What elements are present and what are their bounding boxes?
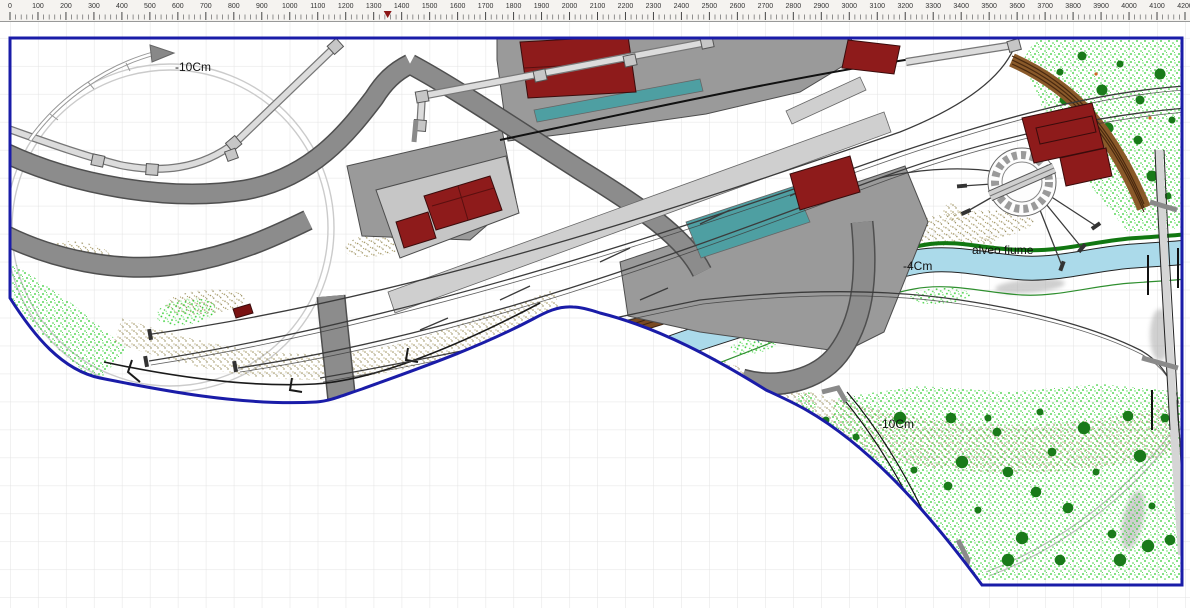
svg-text:2600: 2600 <box>730 3 746 10</box>
svg-text:3000: 3000 <box>841 3 857 10</box>
svg-text:3300: 3300 <box>925 3 941 10</box>
svg-text:800: 800 <box>228 3 240 10</box>
river-depth-label: -4Cm <box>903 259 932 273</box>
svg-text:1800: 1800 <box>506 3 522 10</box>
svg-text:2400: 2400 <box>674 3 690 10</box>
svg-text:600: 600 <box>172 3 184 10</box>
svg-text:4100: 4100 <box>1149 3 1165 10</box>
small-building-top-right <box>842 40 900 74</box>
svg-text:3200: 3200 <box>897 3 913 10</box>
svg-text:1200: 1200 <box>338 3 354 10</box>
svg-text:3600: 3600 <box>1009 3 1025 10</box>
svg-text:2200: 2200 <box>618 3 634 10</box>
svg-text:300: 300 <box>88 3 100 10</box>
horizontal-ruler[interactable]: 0 100 200 300 400 500 600 700 800 900 1000 1100 1200… <box>0 0 1190 22</box>
svg-text:2000: 2000 <box>562 3 578 10</box>
svg-text:2700: 2700 <box>758 3 774 10</box>
svg-text:1400: 1400 <box>394 3 410 10</box>
svg-text:1700: 1700 <box>478 3 494 10</box>
svg-text:3500: 3500 <box>981 3 997 10</box>
svg-text:100: 100 <box>32 3 44 10</box>
svg-text:1000: 1000 <box>282 3 298 10</box>
svg-text:2900: 2900 <box>814 3 830 10</box>
svg-text:2800: 2800 <box>786 3 802 10</box>
river-name-label: alveo fiume <box>972 243 1034 257</box>
svg-text:1600: 1600 <box>450 3 466 10</box>
svg-text:500: 500 <box>144 3 156 10</box>
svg-text:1500: 1500 <box>422 3 438 10</box>
svg-text:1300: 1300 <box>366 3 382 10</box>
height-label-lower-right: -10Cm <box>878 417 914 431</box>
svg-text:3100: 3100 <box>869 3 885 10</box>
svg-text:700: 700 <box>200 3 212 10</box>
track-plan-canvas[interactable]: 0 100 200 300 400 500 600 700 800 900 1000 1100 1200… <box>0 0 1190 608</box>
svg-text:2300: 2300 <box>646 3 662 10</box>
svg-text:3400: 3400 <box>953 3 969 10</box>
svg-text:3900: 3900 <box>1093 3 1109 10</box>
svg-text:900: 900 <box>256 3 268 10</box>
svg-text:1100: 1100 <box>310 3 325 10</box>
svg-text:0: 0 <box>8 3 12 10</box>
svg-text:1900: 1900 <box>534 3 550 10</box>
height-label-upper-left: -10Cm <box>175 60 211 74</box>
svg-text:3800: 3800 <box>1065 3 1081 10</box>
svg-text:400: 400 <box>116 3 128 10</box>
svg-text:3700: 3700 <box>1037 3 1053 10</box>
svg-text:2500: 2500 <box>702 3 718 10</box>
svg-text:200: 200 <box>60 3 72 10</box>
svg-text:4000: 4000 <box>1121 3 1137 10</box>
svg-text:2100: 2100 <box>590 3 606 10</box>
svg-text:4200: 4200 <box>1177 3 1190 10</box>
